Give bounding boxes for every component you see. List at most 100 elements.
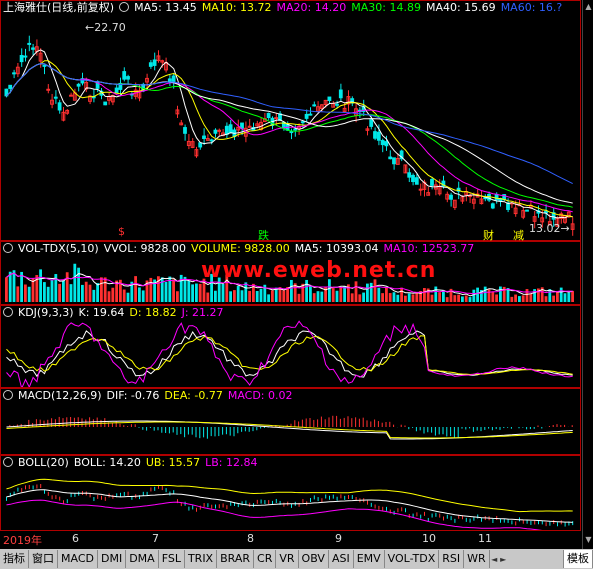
scroll-up-icon[interactable]: ▲ <box>584 2 593 12</box>
macd-panel[interactable]: MACD(12,26,9) DIF: -0.76 DEA: -0.77 MACD: 0… <box>0 388 581 455</box>
volume-bar <box>525 289 529 302</box>
candle-body <box>308 113 313 116</box>
volume-bar <box>16 286 20 302</box>
indicator-tab-bar: 指标 窗口 MACD DMI DMA FSL TRIX BRAR CR VR O… <box>0 549 593 569</box>
candle-body <box>114 87 119 94</box>
volume-bar <box>533 289 536 302</box>
volume-bar <box>312 293 316 302</box>
tab-dma[interactable]: DMA <box>126 550 159 568</box>
marker-dollar[interactable]: $ <box>118 225 125 238</box>
time-label-7: 7 <box>152 532 159 545</box>
volume-bar <box>430 294 434 302</box>
volume-bar <box>324 286 327 302</box>
time-label-8: 8 <box>247 532 254 545</box>
volume-bar <box>552 295 555 302</box>
volume-bar <box>335 290 339 302</box>
tab-brar[interactable]: BRAR <box>217 550 255 568</box>
volume-bar <box>464 295 468 302</box>
volume-bar <box>301 283 305 302</box>
tab-vol-tdx[interactable]: VOL-TDX <box>385 550 440 568</box>
time-axis: 2019年 6 7 8 9 10 11 <box>0 531 581 547</box>
tab-rsi[interactable]: RSI <box>439 550 465 568</box>
candle-body <box>126 76 130 80</box>
volume-bar <box>24 284 27 302</box>
volume-bar <box>73 263 77 302</box>
low-price-label: 13.02→ <box>529 222 570 235</box>
volume-bar <box>122 289 126 302</box>
kdj-panel[interactable]: KDJ(9,3,3) K: 19.64 D: 18.82 J: 21.27 <box>0 305 581 388</box>
volume-bar <box>563 293 567 302</box>
volume-bar <box>240 290 244 302</box>
candle-body <box>27 42 32 45</box>
candle-body <box>76 83 81 87</box>
candle-body <box>525 209 529 212</box>
tab-dmi[interactable]: DMI <box>98 550 127 568</box>
volume-bar <box>385 287 388 302</box>
volume-bar <box>423 288 426 302</box>
volume-bar <box>297 293 301 302</box>
volume-bar <box>271 290 274 302</box>
volume-bar <box>548 289 552 302</box>
tab-fsl[interactable]: FSL <box>159 550 185 568</box>
tab-emv[interactable]: EMV <box>354 550 385 568</box>
volume-bar <box>343 286 346 302</box>
volume-bar <box>111 287 115 302</box>
volume-bar <box>510 296 514 302</box>
volume-bar <box>96 283 99 302</box>
price-panel[interactable]: 上海雅仕(日线,前复权) MA5: 13.45 MA10: 13.72 MA20: 1… <box>0 0 581 242</box>
candle-body <box>213 129 218 134</box>
tab-vr[interactable]: VR <box>276 550 299 568</box>
volume-bar <box>445 297 449 302</box>
volume-bar <box>290 279 293 302</box>
tab-template[interactable]: 模板 <box>563 550 593 568</box>
tab-scroll-right-icon[interactable]: ► <box>499 555 508 564</box>
tab-cr[interactable]: CR <box>254 550 277 568</box>
volume-bar <box>62 280 65 302</box>
volume-bar <box>529 293 533 302</box>
volume-bar <box>229 291 232 302</box>
time-label-9: 9 <box>335 532 342 545</box>
volume-bar <box>350 293 354 302</box>
candle-body <box>53 96 58 99</box>
volume-panel[interactable]: VOL-TDX(5,10) VVOL: 9828.00 VOLUME: 9828.0… <box>0 241 581 305</box>
volume-bar <box>442 290 445 302</box>
kdj-chart[interactable] <box>1 306 580 387</box>
tab-indicator[interactable]: 指标 <box>0 550 29 568</box>
ma-line-5 <box>6 49 573 219</box>
marker-dollar-text: $ <box>118 225 125 238</box>
volume-bar <box>438 292 441 302</box>
volume-bar <box>172 279 175 302</box>
tab-trix[interactable]: TRIX <box>185 550 218 568</box>
volume-bar <box>191 284 194 302</box>
boll-panel[interactable]: BOLL(20) BOLL: 14.20 UB: 15.57 LB: 12.84 <box>0 455 581 531</box>
volume-bar <box>65 272 69 302</box>
boll-chart[interactable] <box>1 456 580 530</box>
tab-scroll-left-icon[interactable]: ◄ <box>490 555 499 564</box>
price-chart[interactable] <box>1 1 580 240</box>
ma-line-20 <box>6 63 573 213</box>
volume-bar <box>499 286 502 302</box>
volume-bar <box>248 290 251 302</box>
macd-chart[interactable] <box>1 389 580 454</box>
volume-bar <box>183 276 187 302</box>
tab-wr[interactable]: WR <box>464 550 490 568</box>
tab-macd[interactable]: MACD <box>58 550 98 568</box>
volume-bar <box>195 283 198 302</box>
tab-asi[interactable]: ASI <box>329 550 354 568</box>
volume-bar <box>20 271 23 302</box>
volume-bar <box>407 293 411 302</box>
volume-bar <box>472 289 476 302</box>
volume-bar <box>453 295 457 302</box>
volume-bar <box>164 281 168 302</box>
volume-bar <box>377 287 381 302</box>
scroll-down-icon[interactable]: ▼ <box>584 535 593 545</box>
volume-bar <box>88 284 92 302</box>
volume-bar <box>12 270 16 302</box>
right-scroll-bar[interactable]: ▲ ▼ <box>582 0 593 549</box>
volume-bar <box>107 291 111 302</box>
volume-bar <box>39 269 42 302</box>
candle-body <box>69 94 73 97</box>
tab-window[interactable]: 窗口 <box>29 550 58 568</box>
volume-bar <box>411 294 415 302</box>
tab-obv[interactable]: OBV <box>299 550 329 568</box>
